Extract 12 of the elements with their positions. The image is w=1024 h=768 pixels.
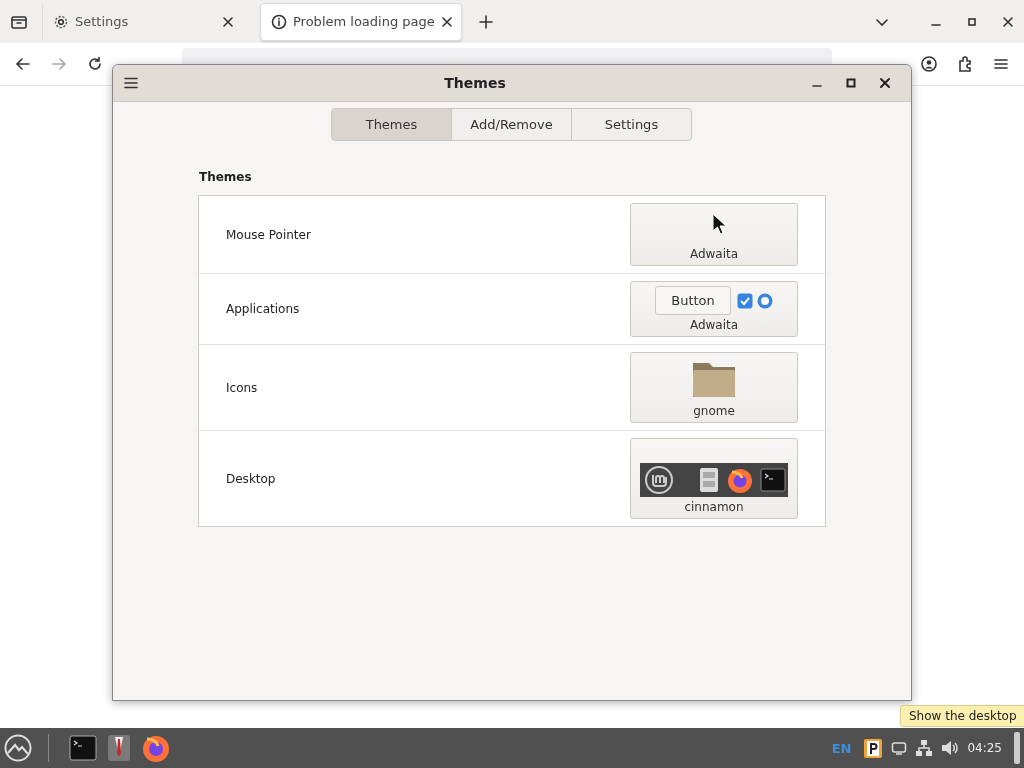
setting-label: Desktop: [226, 471, 276, 486]
theme-name: Adwaita: [689, 247, 739, 261]
theme-name: cinnamon: [684, 500, 744, 514]
window-title: Themes: [443, 75, 507, 91]
setting-label: Mouse Pointer: [226, 227, 311, 242]
theme-name: gnome: [693, 404, 735, 418]
tooltip: Show the desktop: [900, 705, 1024, 727]
setting-label: Applications: [226, 302, 300, 316]
setting-label: Icons: [226, 380, 258, 395]
sample-button: Button: [655, 286, 731, 315]
section-title: Themes: [199, 170, 252, 184]
theme-name: Adwaita: [689, 318, 739, 332]
